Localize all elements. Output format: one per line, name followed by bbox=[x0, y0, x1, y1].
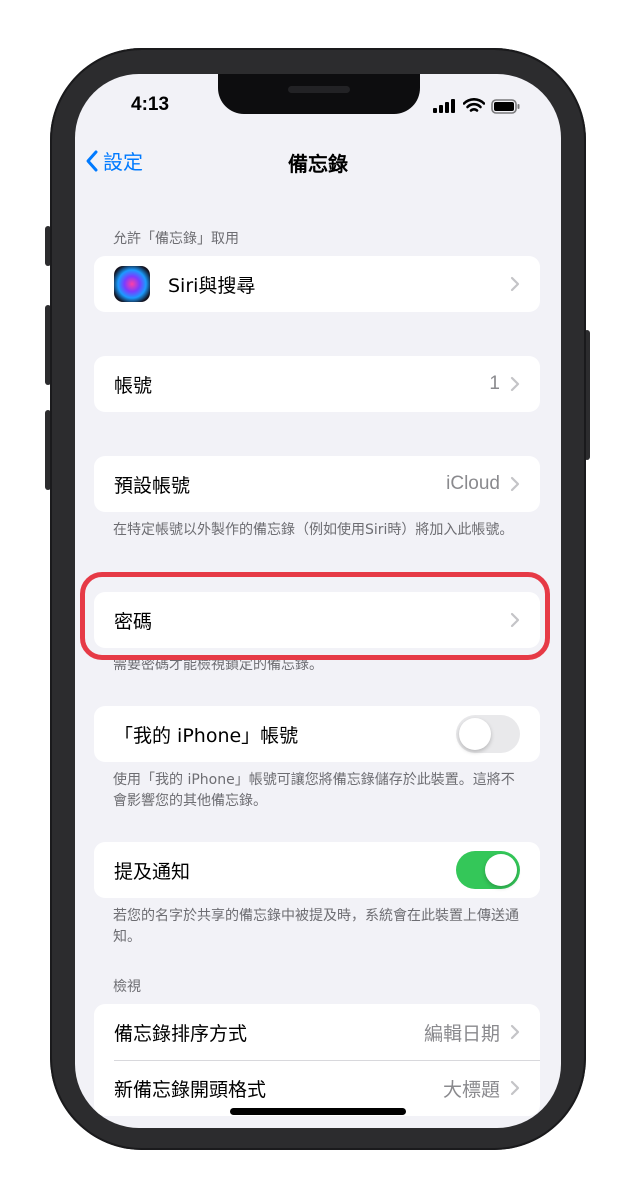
default-account-label: 預設帳號 bbox=[114, 474, 191, 497]
page-title: 備忘錄 bbox=[288, 152, 348, 176]
accounts-row[interactable]: 帳號 1 bbox=[94, 356, 540, 412]
allow-access-group: Siri與搜尋 bbox=[94, 256, 540, 312]
chevron-right-icon bbox=[510, 476, 520, 492]
toggle-knob bbox=[485, 854, 517, 886]
mention-row: 提及通知 bbox=[94, 842, 540, 898]
sort-label: 備忘錄排序方式 bbox=[114, 1022, 248, 1045]
battery-icon bbox=[491, 98, 520, 114]
sort-row[interactable]: 備忘錄排序方式 編輯日期 bbox=[94, 1004, 540, 1060]
screen: 4:13 設定 備忘錄 允許「備忘錄」取用 Siri與搜尋 帳號 1 預設帳號 … bbox=[75, 74, 561, 1128]
default-account-value: iCloud bbox=[446, 473, 500, 494]
on-my-iphone-footer: 使用「我的 iPhone」帳號可讓您將備忘錄儲存於此裝置。這將不會影響您的其他備… bbox=[113, 772, 515, 809]
accounts-label: 帳號 bbox=[114, 374, 153, 397]
siri-search-row[interactable]: Siri與搜尋 bbox=[94, 256, 540, 312]
chevron-right-icon bbox=[510, 376, 520, 392]
on-my-iphone-label: 「我的 iPhone」帳號 bbox=[114, 724, 299, 747]
sort-value: 編輯日期 bbox=[423, 1023, 500, 1045]
notch bbox=[218, 74, 420, 114]
password-footer: 需要密碼才能檢視鎖定的備忘錄。 bbox=[113, 657, 323, 673]
chevron-right-icon bbox=[510, 1080, 520, 1096]
password-group: 密碼 bbox=[94, 592, 540, 648]
on-my-iphone-row: 「我的 iPhone」帳號 bbox=[94, 706, 540, 762]
new-note-format-label: 新備忘錄開頭格式 bbox=[114, 1078, 267, 1101]
wifi-icon bbox=[463, 98, 485, 112]
view-group: 備忘錄排序方式 編輯日期 新備忘錄開頭格式 大標題 bbox=[94, 1004, 540, 1116]
mention-toggle[interactable] bbox=[456, 851, 520, 889]
chevron-right-icon bbox=[510, 612, 520, 628]
home-indicator[interactable] bbox=[230, 1108, 406, 1115]
chevron-right-icon bbox=[510, 276, 520, 292]
accounts-group: 帳號 1 bbox=[94, 356, 540, 412]
siri-icon bbox=[114, 266, 150, 302]
mention-group: 提及通知 bbox=[94, 842, 540, 898]
siri-search-label: Siri與搜尋 bbox=[168, 274, 256, 297]
status-icons bbox=[433, 98, 521, 114]
new-note-format-value: 大標題 bbox=[442, 1079, 500, 1101]
cellular-signal-icon bbox=[433, 99, 455, 113]
mention-label: 提及通知 bbox=[114, 860, 191, 883]
on-my-iphone-toggle[interactable] bbox=[456, 715, 520, 753]
status-time: 4:13 bbox=[131, 94, 170, 115]
default-account-row[interactable]: 預設帳號 iCloud bbox=[94, 456, 540, 512]
password-row[interactable]: 密碼 bbox=[94, 592, 540, 648]
password-label: 密碼 bbox=[114, 610, 153, 633]
allow-access-header: 允許「備忘錄」取用 bbox=[113, 231, 239, 247]
speaker bbox=[288, 86, 350, 93]
default-account-footer: 在特定帳號以外製作的備忘錄（例如使用Siri時）將加入此帳號。 bbox=[113, 522, 514, 538]
on-my-iphone-group: 「我的 iPhone」帳號 bbox=[94, 706, 540, 762]
default-account-group: 預設帳號 iCloud bbox=[94, 456, 540, 512]
mention-footer: 若您的名字於共享的備忘錄中被提及時，系統會在此裝置上傳送通知。 bbox=[113, 908, 519, 945]
view-header: 檢視 bbox=[113, 979, 141, 995]
accounts-count: 1 bbox=[489, 373, 500, 394]
toggle-knob bbox=[459, 718, 491, 750]
chevron-right-icon bbox=[510, 1024, 520, 1040]
